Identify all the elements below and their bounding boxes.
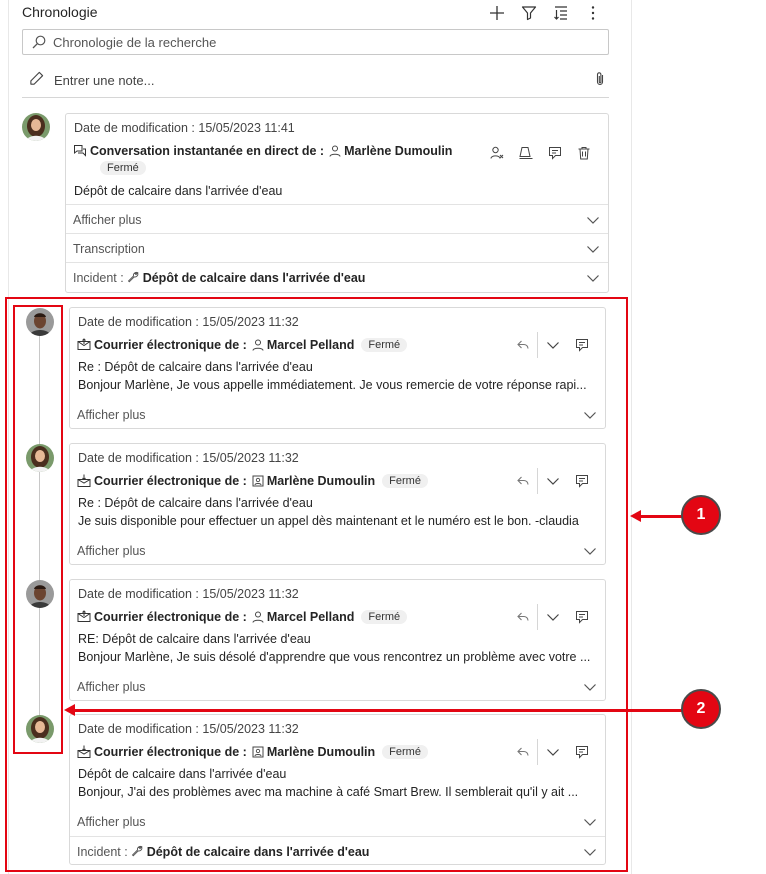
- annotation-box-avatars: [13, 305, 63, 754]
- incident-link[interactable]: Dépôt de calcaire dans l'arrivée d'eau: [143, 271, 366, 285]
- wrench-icon: [128, 271, 139, 283]
- open-record-button[interactable]: [540, 142, 569, 164]
- queue-icon: [518, 147, 532, 159]
- show-more-label[interactable]: Afficher plus: [73, 213, 142, 227]
- more-icon: [591, 6, 595, 20]
- card-modified-date: Date de modification : 15/05/2023 11:41: [74, 121, 295, 135]
- card-description: Dépôt de calcaire dans l'arrivée d'eau: [74, 184, 283, 198]
- note-entry[interactable]: Entrer une note...: [22, 66, 609, 98]
- delete-button[interactable]: [569, 142, 598, 164]
- delete-icon: [578, 147, 589, 160]
- paperclip-icon[interactable]: [593, 71, 607, 87]
- annotation-box-email-thread: [5, 297, 628, 872]
- incident-row[interactable]: Incident : Dépôt de calcaire dans l'arri…: [66, 262, 608, 292]
- chat-icon: [74, 145, 86, 157]
- search-input[interactable]: [53, 33, 593, 51]
- annotation-arrowhead-1: [630, 510, 641, 522]
- annotation-arrow-2: [74, 709, 682, 712]
- card-subject: Conversation instantanée en direct de : …: [73, 144, 452, 158]
- annotation-callout-1: 1: [681, 495, 721, 535]
- sort-icon: [554, 6, 567, 20]
- person-icon: [329, 145, 341, 157]
- timeline-card-conversation[interactable]: Date de modification : 15/05/2023 11:41 …: [65, 113, 609, 293]
- show-more-row[interactable]: Afficher plus: [66, 204, 608, 234]
- assign-button[interactable]: [482, 142, 511, 164]
- filter-icon: [521, 6, 537, 21]
- note-placeholder[interactable]: Entrer une note...: [54, 73, 154, 88]
- assign-icon: [490, 146, 503, 159]
- card-person-link[interactable]: Marlène Dumoulin: [344, 144, 452, 158]
- chevron-down-icon[interactable]: [586, 242, 600, 256]
- add-to-queue-button[interactable]: [511, 142, 540, 164]
- filter-button[interactable]: [518, 2, 540, 24]
- card-actions: [482, 142, 598, 164]
- status-badge: Fermé: [100, 161, 146, 175]
- annotation-arrow-1: [640, 515, 682, 518]
- pencil-icon: [30, 71, 44, 85]
- add-button[interactable]: [486, 2, 508, 24]
- chevron-down-icon[interactable]: [586, 213, 600, 227]
- annotation-arrowhead-2: [64, 704, 75, 716]
- search-icon: [32, 35, 46, 49]
- sort-button[interactable]: [550, 2, 572, 24]
- note-icon: [548, 147, 561, 160]
- plus-icon: [490, 6, 504, 20]
- incident-prefix: Incident :: [73, 271, 124, 285]
- timeline-search[interactable]: [22, 29, 609, 55]
- chevron-down-icon[interactable]: [586, 271, 600, 285]
- annotation-callout-2: 2: [681, 689, 721, 729]
- timeline-title: Chronologie: [22, 4, 98, 20]
- transcription-label[interactable]: Transcription: [73, 242, 145, 256]
- avatar-marlene: [22, 113, 50, 141]
- transcription-row[interactable]: Transcription: [66, 233, 608, 263]
- card-type-label: Conversation instantanée en direct de :: [90, 144, 325, 158]
- more-options-button[interactable]: [582, 2, 604, 24]
